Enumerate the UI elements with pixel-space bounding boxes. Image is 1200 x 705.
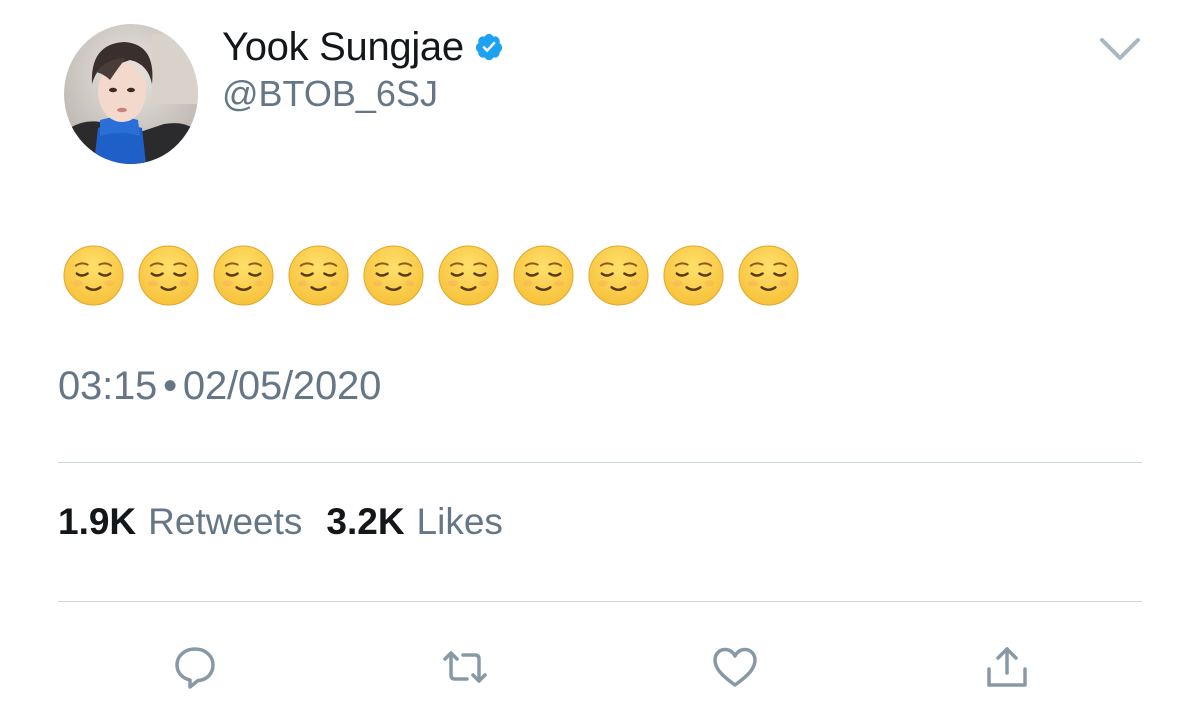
user-handle[interactable]: @BTOB_6SJ [222,76,438,112]
reply-button[interactable] [168,640,222,694]
retweets-stat[interactable]: 1.9K Retweets [58,503,302,540]
share-icon [987,647,1027,687]
tweet-text [62,244,800,308]
relieved-face-emoji [363,245,424,306]
verified-badge-icon [474,32,504,62]
relieved-face-emoji [213,245,274,306]
relieved-face-emoji [738,245,799,306]
likes-stat[interactable]: 3.2K Likes [326,503,503,540]
retweet-icon [443,651,487,683]
avatar-image [64,24,198,164]
tweet-time: 03:15 [58,364,158,408]
likes-label: Likes [416,501,503,542]
likes-count: 3.2K [326,501,405,542]
tweet-date: 02/05/2020 [182,364,382,408]
timestamp-separator: • [163,364,177,408]
avatar[interactable] [64,24,198,164]
author-header[interactable]: Yook Sungjae [222,22,504,72]
display-name[interactable]: Yook Sungjae [222,27,464,67]
relieved-face-emoji [63,245,124,306]
chevron-down-icon[interactable] [1096,32,1144,64]
share-button[interactable] [980,640,1034,694]
retweets-label: Retweets [148,501,303,542]
engagement-stats: 1.9K Retweets 3.2K Likes [58,503,503,540]
relieved-face-emoji [588,245,649,306]
retweets-count: 1.9K [58,501,137,542]
relieved-face-emoji [513,245,574,306]
tweet-timestamp[interactable]: 03:15 • 02/05/2020 [58,366,381,406]
heart-icon [713,647,757,687]
divider [58,462,1142,463]
reply-icon [175,647,215,689]
divider [58,601,1142,602]
relieved-face-emoji [663,245,724,306]
relieved-face-emoji [288,245,349,306]
like-button[interactable] [708,640,762,694]
retweet-button[interactable] [438,640,492,694]
relieved-face-emoji [138,245,199,306]
relieved-face-emoji [438,245,499,306]
tweet-detail: Yook Sungjae @BTOB_6SJ 03:15 • 02/05/2020 … [0,0,1200,705]
